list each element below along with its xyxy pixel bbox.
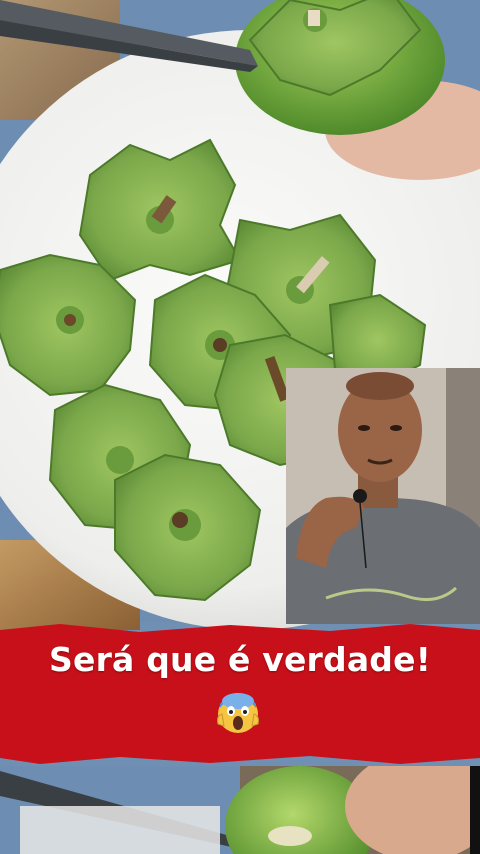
- presenter-scene: [286, 368, 480, 624]
- next-scene-strip: [0, 766, 480, 854]
- microphone-icon: [353, 489, 367, 503]
- face-screaming-in-fear-icon: [217, 693, 259, 733]
- caption-text: Será que é verdade!: [49, 640, 431, 679]
- presenter-video: [286, 368, 480, 624]
- fruit-closeup: [0, 766, 480, 854]
- video-frame: Será que é verdade!: [0, 0, 480, 854]
